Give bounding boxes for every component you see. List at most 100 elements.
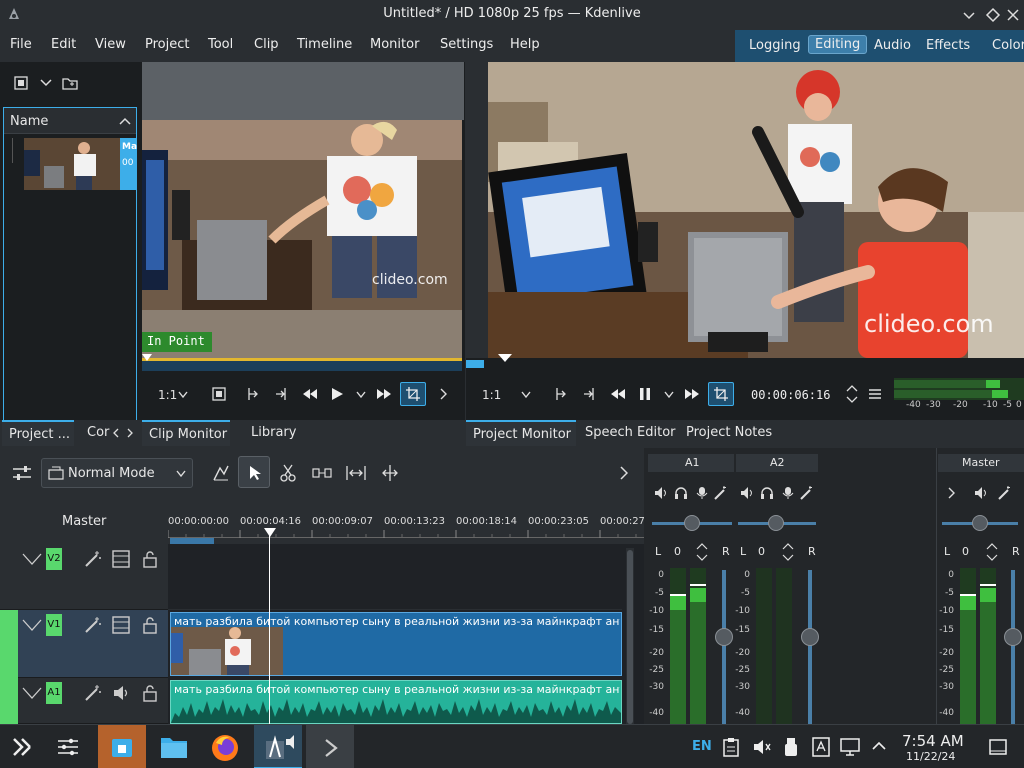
track-label-v2[interactable]: V2 (46, 548, 62, 570)
menu-settings[interactable]: Settings (440, 37, 493, 52)
system-settings-icon[interactable] (56, 736, 80, 758)
tab-scroll-right-icon[interactable] (126, 428, 134, 438)
clip-ruler[interactable] (142, 361, 462, 371)
settings-sliders-icon[interactable] (12, 465, 32, 481)
pause-icon[interactable] (638, 387, 652, 401)
network-icon[interactable] (840, 737, 862, 757)
gain-field-a2[interactable]: 0 (758, 545, 765, 558)
layout-effects[interactable]: Effects (926, 38, 970, 53)
chevron-down-icon[interactable] (521, 391, 531, 399)
track-header-v1[interactable]: V1 (0, 610, 168, 678)
usb-device-icon[interactable] (784, 737, 798, 757)
taskbar-kdenlive[interactable] (254, 725, 302, 768)
tab-project-notes[interactable]: Project Notes (679, 420, 773, 446)
layout-color[interactable]: Color (992, 38, 1024, 53)
fader-knob[interactable] (801, 628, 819, 646)
volume-fader-master[interactable] (1011, 570, 1015, 724)
volume-icon[interactable] (752, 737, 772, 757)
chevron-right-icon[interactable] (620, 466, 628, 480)
collapse-track-icon[interactable] (22, 552, 42, 566)
film-strip-icon[interactable] (112, 550, 130, 568)
tab-project-bin[interactable]: Project ... (2, 420, 74, 446)
menu-tool[interactable]: Tool (208, 37, 233, 52)
collapse-track-icon[interactable] (22, 618, 42, 632)
chevron-down-icon[interactable] (178, 391, 188, 399)
notes-icon[interactable] (812, 737, 830, 757)
volume-fader-a2[interactable] (808, 570, 812, 724)
crop-button[interactable] (708, 382, 734, 406)
show-hidden-tray-icon[interactable] (872, 741, 886, 751)
maximize-icon[interactable] (984, 6, 1002, 24)
add-folder-icon[interactable] (62, 76, 78, 90)
show-desktop-icon[interactable] (988, 737, 1008, 757)
volume-fader-a1[interactable] (722, 570, 726, 724)
project-ruler[interactable] (466, 358, 1024, 370)
effects-wand-icon[interactable] (84, 550, 102, 568)
timecode-spin-icon[interactable] (846, 384, 858, 404)
mute-icon[interactable] (974, 486, 988, 500)
keyboard-layout-indicator[interactable]: EN (692, 739, 712, 754)
audio-clip[interactable]: мать разбила битой компьютер сыну в реал… (170, 680, 622, 724)
mute-icon[interactable] (740, 486, 754, 500)
timeline-scrollbar[interactable] (626, 548, 634, 724)
chevron-down-icon[interactable] (40, 78, 52, 88)
lock-icon[interactable] (142, 684, 158, 702)
layout-audio[interactable]: Audio (874, 38, 911, 53)
gain-spin-icon[interactable] (696, 543, 708, 561)
balance-knob[interactable] (972, 515, 988, 531)
spacer-tool-icon[interactable] (212, 464, 230, 482)
film-strip-icon[interactable] (112, 616, 130, 634)
add-clip-icon[interactable] (14, 76, 28, 90)
timeline-playhead-marker-icon[interactable] (264, 528, 276, 538)
clip-thumbnail[interactable] (24, 138, 120, 190)
effects-wand-icon[interactable] (800, 486, 814, 500)
project-monitor-video[interactable]: clideo.com (488, 62, 1024, 358)
menu-monitor[interactable]: Monitor (370, 37, 419, 52)
video-clip[interactable]: мать разбила битой компьютер сыну в реал… (170, 612, 622, 676)
app-launcher-icon[interactable] (10, 735, 34, 759)
speaker-icon[interactable] (112, 684, 130, 702)
track-area-v1[interactable]: мать разбила битой компьютер сыну в реал… (168, 610, 622, 678)
tab-scroll-left-icon[interactable] (112, 428, 120, 438)
timecode-field[interactable]: 00:00:06:16 (751, 388, 830, 402)
crop-button[interactable] (400, 382, 426, 406)
effects-wand-icon[interactable] (84, 616, 102, 634)
edit-mode-select[interactable]: Normal Mode (41, 458, 193, 488)
chevron-down-icon[interactable] (664, 391, 674, 399)
clip-monitor-video[interactable]: clideo.com (142, 120, 462, 358)
menu-edit[interactable]: Edit (51, 37, 76, 52)
rewind-icon[interactable] (302, 387, 318, 401)
set-in-point-icon[interactable] (554, 387, 568, 401)
headphones-icon[interactable] (674, 486, 688, 500)
menu-project[interactable]: Project (145, 37, 189, 52)
tab-library[interactable]: Library (244, 420, 304, 446)
lock-icon[interactable] (142, 616, 158, 634)
roll-tool-icon[interactable] (346, 464, 366, 482)
effects-wand-icon[interactable] (998, 486, 1012, 500)
set-in-point-icon[interactable] (246, 387, 260, 401)
bin-header[interactable]: Name (4, 108, 136, 134)
tab-project-monitor[interactable]: Project Monitor (466, 420, 576, 446)
gain-field-master[interactable]: 0 (962, 545, 969, 558)
menu-icon[interactable] (868, 388, 882, 400)
balance-knob[interactable] (768, 515, 784, 531)
minimize-icon[interactable] (960, 6, 978, 24)
clipboard-icon[interactable] (722, 737, 740, 757)
timeline-ruler[interactable]: 00:00:00:00 00:00:04:16 00:00:09:07 00:0… (168, 498, 645, 544)
microphone-icon[interactable] (696, 486, 708, 500)
menu-view[interactable]: View (95, 37, 126, 52)
tab-clip-monitor[interactable]: Clip Monitor (142, 420, 230, 446)
track-header-a1[interactable]: A1 (0, 678, 168, 724)
menu-timeline[interactable]: Timeline (297, 37, 352, 52)
set-out-point-icon[interactable] (274, 387, 288, 401)
taskbar-discover[interactable] (98, 725, 146, 768)
layout-logging[interactable]: Logging (749, 38, 801, 53)
balance-knob[interactable] (684, 515, 700, 531)
fast-forward-icon[interactable] (376, 387, 392, 401)
chevron-right-icon[interactable] (440, 388, 448, 400)
headphones-icon[interactable] (760, 486, 774, 500)
effects-wand-icon[interactable] (714, 486, 728, 500)
menu-help[interactable]: Help (510, 37, 540, 52)
track-area-v2[interactable] (168, 544, 622, 610)
playhead-marker-icon[interactable] (498, 354, 512, 363)
